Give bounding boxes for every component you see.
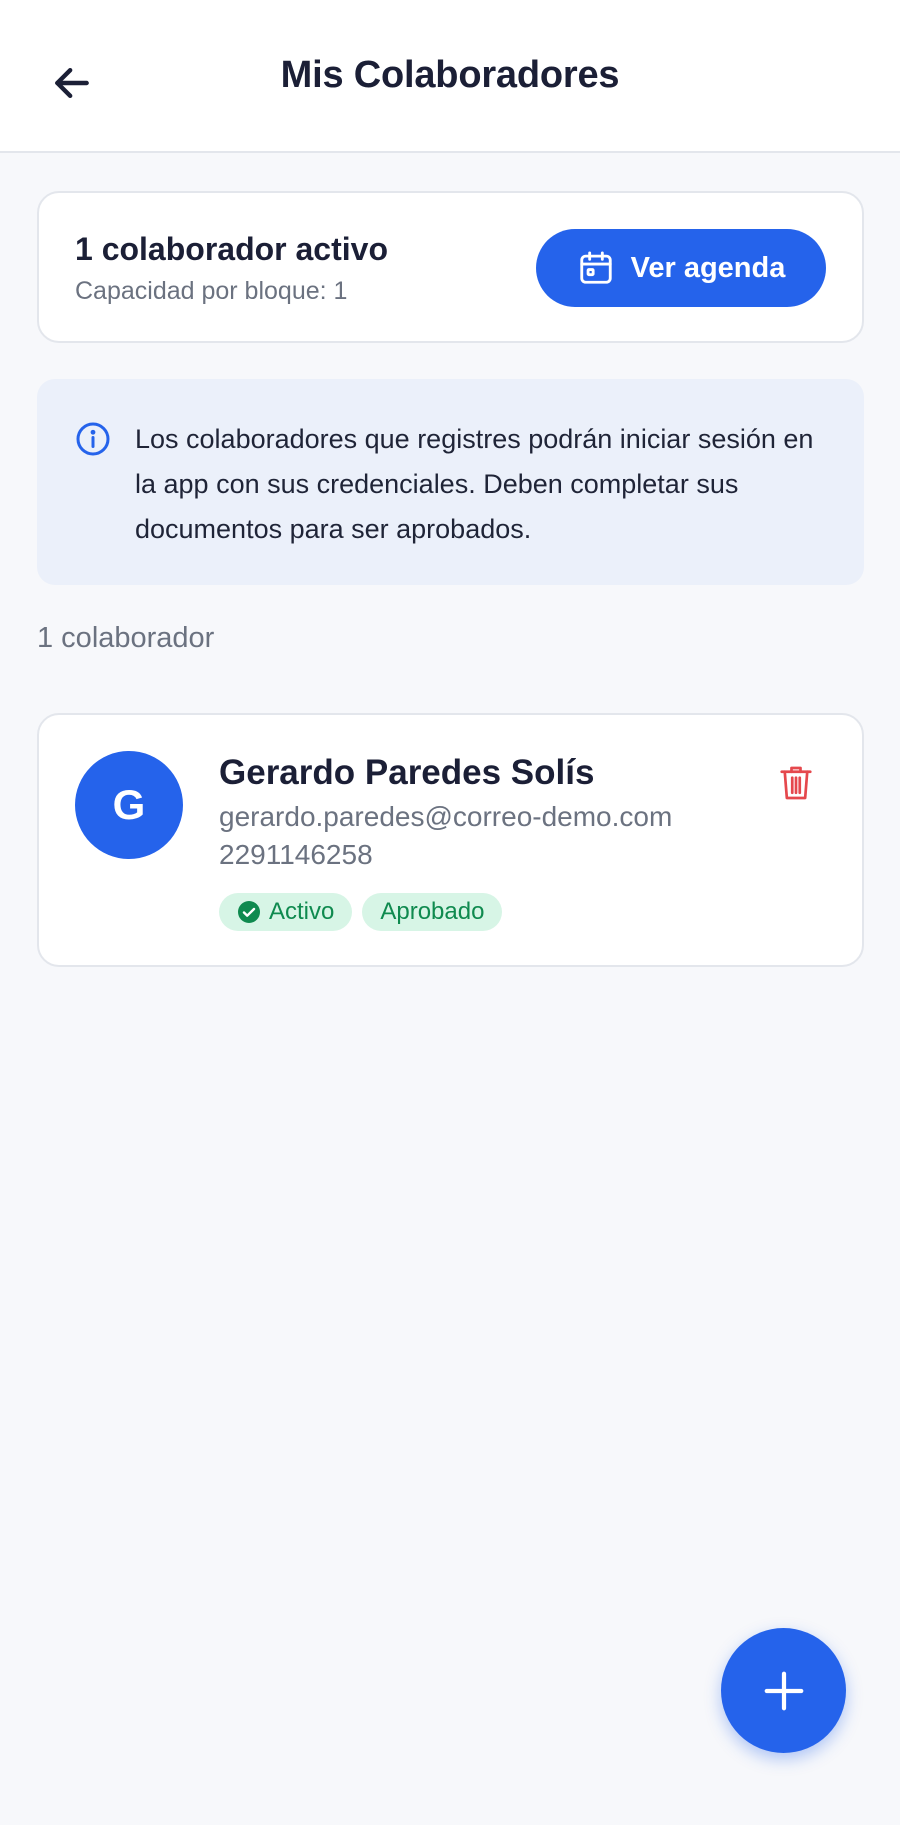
approval-badge-label: Aprobado: [380, 898, 485, 925]
collaborator-count: 1 colaborador: [37, 622, 215, 654]
calendar-icon: [579, 251, 612, 284]
plus-icon: [764, 1671, 803, 1710]
info-icon: [76, 422, 110, 456]
status-badge-label: Activo: [269, 898, 335, 925]
info-text: Los colaboradores que registres podrán i…: [135, 424, 814, 544]
trash-icon: [780, 766, 812, 800]
capacity-label: Capacidad por bloque: 1: [75, 277, 348, 305]
status-badges: Activo Aprobado: [219, 893, 503, 931]
collaborator-name: Gerardo Paredes Solís: [219, 753, 595, 792]
page-title: Mis Colaboradores: [280, 54, 620, 96]
add-collaborator-button[interactable]: [721, 1628, 846, 1753]
check-circle-icon: [238, 901, 260, 923]
collaborator-email: gerardo.paredes@correo-demo.com: [219, 801, 673, 832]
collaborator-phone: 2291146258: [219, 839, 373, 870]
view-agenda-button[interactable]: Ver agenda: [536, 229, 826, 307]
view-agenda-label: Ver agenda: [630, 251, 786, 284]
status-badge-active: Activo: [219, 893, 353, 931]
top-bar: Mis Colaboradores: [0, 0, 900, 153]
avatar: G: [75, 751, 183, 859]
info-notice: Los colaboradores que registres podrán i…: [37, 379, 864, 585]
collaborator-card[interactable]: G Gerardo Paredes Solís gerardo.paredes@…: [37, 713, 864, 967]
delete-button[interactable]: [776, 761, 816, 805]
approval-badge: Aprobado: [362, 893, 503, 931]
active-count-title: 1 colaborador activo: [75, 231, 388, 267]
summary-card: 1 colaborador activo Capacidad por bloqu…: [37, 191, 864, 343]
app-screen: Mis Colaboradores 1 colaborador activo C…: [0, 0, 900, 1825]
